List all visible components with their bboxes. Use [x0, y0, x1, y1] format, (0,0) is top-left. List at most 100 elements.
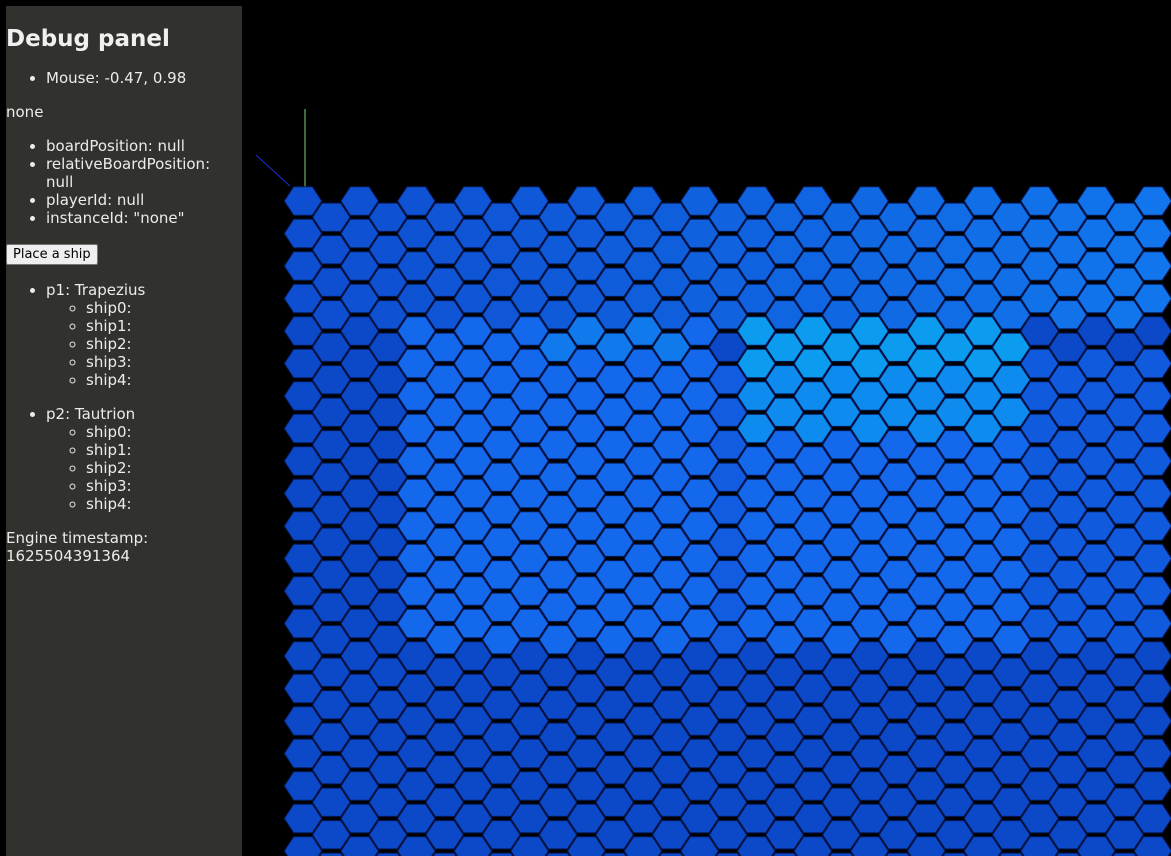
hex-cell[interactable] — [1076, 771, 1116, 801]
hex-cell[interactable] — [708, 722, 748, 752]
hex-cell[interactable] — [991, 235, 1031, 265]
hex-cell[interactable] — [340, 543, 379, 574]
hex-cell[interactable] — [878, 300, 918, 330]
hex-cell[interactable] — [822, 820, 861, 850]
hex-cell[interactable] — [1105, 560, 1144, 590]
hex-cell[interactable] — [991, 267, 1031, 297]
hex-cell[interactable] — [1048, 365, 1088, 395]
hex-cell[interactable] — [822, 690, 861, 720]
place-ship-button[interactable]: Place a ship — [6, 244, 98, 265]
hex-cell[interactable] — [1076, 283, 1116, 314]
hex-cell[interactable] — [481, 430, 521, 460]
hex-cell[interactable] — [822, 657, 861, 687]
hex-cell[interactable] — [737, 381, 776, 411]
hex-cell[interactable] — [595, 755, 634, 785]
hex-cell[interactable] — [538, 235, 578, 265]
hex-cell[interactable] — [793, 608, 833, 639]
hex-cell[interactable] — [1105, 365, 1144, 395]
hex-cell[interactable] — [907, 673, 946, 704]
hex-cell[interactable] — [1076, 478, 1116, 509]
hex-cell[interactable] — [397, 706, 436, 736]
hex-cell[interactable] — [1105, 430, 1144, 460]
hex-cell[interactable] — [538, 365, 578, 395]
hex-cell[interactable] — [708, 657, 748, 687]
hex-cell[interactable] — [878, 202, 918, 232]
hex-cell[interactable] — [1133, 186, 1171, 216]
hex-cell[interactable] — [311, 430, 351, 460]
hex-cell[interactable] — [368, 657, 408, 687]
hex-cell[interactable] — [283, 771, 323, 801]
hex-cell[interactable] — [963, 413, 1003, 444]
hex-cell[interactable] — [822, 397, 861, 427]
hex-cell[interactable] — [538, 527, 578, 557]
hex-cell[interactable] — [652, 332, 691, 362]
hex-cell[interactable] — [765, 430, 804, 460]
hex-cell[interactable] — [340, 446, 379, 476]
hex-cell[interactable] — [765, 787, 804, 817]
hex-cell[interactable] — [1020, 251, 1059, 281]
hex-cell[interactable] — [793, 478, 833, 509]
hex-cell[interactable] — [1048, 690, 1088, 720]
hex-cell[interactable] — [1076, 413, 1116, 444]
hex-cell[interactable] — [340, 348, 379, 379]
hex-cell[interactable] — [425, 300, 464, 330]
hex-cell[interactable] — [453, 381, 493, 411]
hex-cell[interactable] — [708, 202, 748, 232]
hex-cell[interactable] — [368, 462, 408, 492]
hex-cell[interactable] — [1020, 316, 1059, 346]
hex-cell[interactable] — [680, 446, 719, 476]
hex-cell[interactable] — [737, 251, 776, 281]
hex-cell[interactable] — [878, 592, 918, 622]
hex-cell[interactable] — [311, 560, 351, 590]
hex-cell[interactable] — [935, 300, 974, 330]
hex-cell[interactable] — [793, 413, 833, 444]
hex-cell[interactable] — [510, 413, 549, 444]
hex-cell[interactable] — [680, 316, 719, 346]
hex-cell[interactable] — [425, 430, 464, 460]
hex-cell[interactable] — [623, 706, 663, 736]
hex-cell[interactable] — [708, 495, 748, 525]
hex-cell[interactable] — [283, 478, 323, 509]
hex-cell[interactable] — [397, 316, 436, 346]
hex-cell[interactable] — [935, 755, 974, 785]
hex-cell[interactable] — [907, 381, 946, 411]
hex-cell[interactable] — [991, 202, 1031, 232]
hex-cell[interactable] — [907, 251, 946, 281]
hex-cell[interactable] — [425, 495, 464, 525]
hex-cell[interactable] — [425, 267, 464, 297]
hex-cell[interactable] — [283, 738, 323, 769]
hex-cell[interactable] — [510, 511, 549, 541]
hex-cell[interactable] — [567, 348, 606, 379]
hex-cell[interactable] — [1020, 446, 1059, 476]
hex-cell[interactable] — [793, 771, 833, 801]
hex-cell[interactable] — [595, 300, 634, 330]
hex-cell[interactable] — [708, 332, 748, 362]
hex-cell[interactable] — [623, 673, 663, 704]
hex-cell[interactable] — [623, 576, 663, 606]
hex-cell[interactable] — [1076, 543, 1116, 574]
hex-cell[interactable] — [368, 495, 408, 525]
hex-cell[interactable] — [510, 576, 549, 606]
hex-cell[interactable] — [623, 511, 663, 541]
game-viewport[interactable]: Debug panel Mouse: -0.47, 0.98 none boar… — [0, 0, 1171, 856]
hex-cell[interactable] — [878, 820, 918, 850]
hex-cell[interactable] — [595, 495, 634, 525]
hex-cell[interactable] — [935, 560, 974, 590]
hex-cell[interactable] — [510, 771, 549, 801]
hex-cell[interactable] — [368, 397, 408, 427]
hex-cell[interactable] — [737, 608, 776, 639]
hex-cell[interactable] — [595, 527, 634, 557]
hex-cell[interactable] — [510, 803, 549, 834]
hex-cell[interactable] — [793, 641, 833, 671]
hex-cell[interactable] — [708, 527, 748, 557]
hex-cell[interactable] — [510, 738, 549, 769]
hex-cell[interactable] — [822, 755, 861, 785]
hex-cell[interactable] — [1105, 657, 1144, 687]
hex-cell[interactable] — [1105, 235, 1144, 265]
hex-cell[interactable] — [652, 430, 691, 460]
hex-cell[interactable] — [1076, 446, 1116, 476]
hex-cell[interactable] — [963, 543, 1003, 574]
hex-cell[interactable] — [623, 608, 663, 639]
hex-cell[interactable] — [1048, 820, 1088, 850]
hex-cell[interactable] — [1020, 478, 1059, 509]
